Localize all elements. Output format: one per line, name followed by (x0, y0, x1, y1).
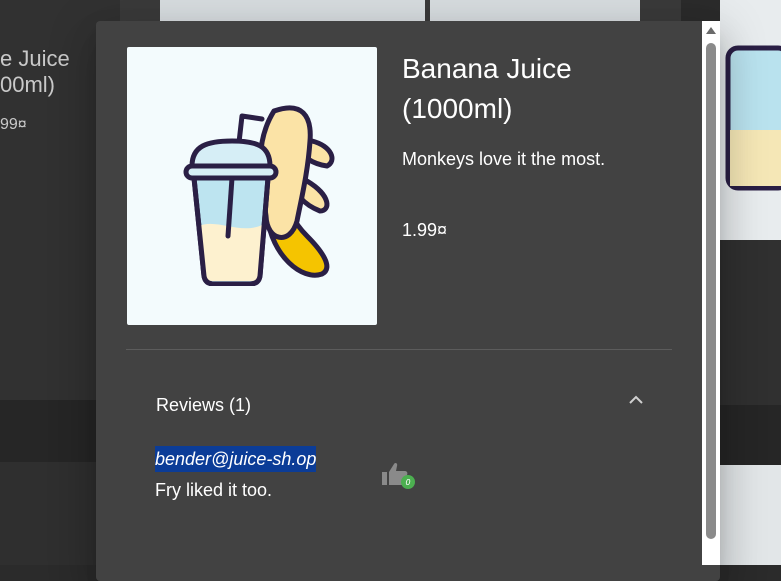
chevron-up-icon (629, 395, 643, 404)
background-product-image-right[interactable] (720, 0, 781, 240)
product-title: Banana Juice (1000ml) (402, 53, 572, 124)
product-price: 1.99¤ (402, 220, 448, 240)
background-product-image[interactable] (430, 0, 640, 22)
review-text: Fry liked it too. (155, 480, 273, 500)
background-product-title: e Juice 00ml) (0, 46, 70, 97)
reviews-expansion-header[interactable]: Reviews (1) (126, 376, 672, 432)
background-card-footer (720, 405, 781, 465)
background-product-image[interactable] (160, 0, 425, 22)
background-product-card-right (720, 240, 781, 405)
product-details-dialog: Banana Juice (1000ml) Monkeys love it th… (96, 21, 720, 581)
juice-cup-icon (725, 45, 781, 191)
scrollbar-thumb[interactable] (706, 43, 716, 539)
product-description: Monkeys love it the most. (402, 149, 606, 169)
review-author: bender@juice-sh.op (155, 446, 317, 472)
svg-text:0: 0 (405, 478, 410, 487)
dialog-scrollbar[interactable] (702, 21, 720, 565)
like-review-button[interactable]: 0 (379, 459, 419, 491)
divider (126, 349, 672, 350)
background-product-price: 99¤ (0, 116, 27, 133)
reviews-title: Reviews (1) (156, 395, 252, 415)
banana-juice-icon (183, 105, 335, 286)
product-image (127, 47, 377, 325)
background-product-image[interactable] (720, 465, 781, 565)
scroll-up-arrow-icon[interactable] (706, 27, 716, 34)
thumb-up-icon: 0 (382, 462, 415, 489)
